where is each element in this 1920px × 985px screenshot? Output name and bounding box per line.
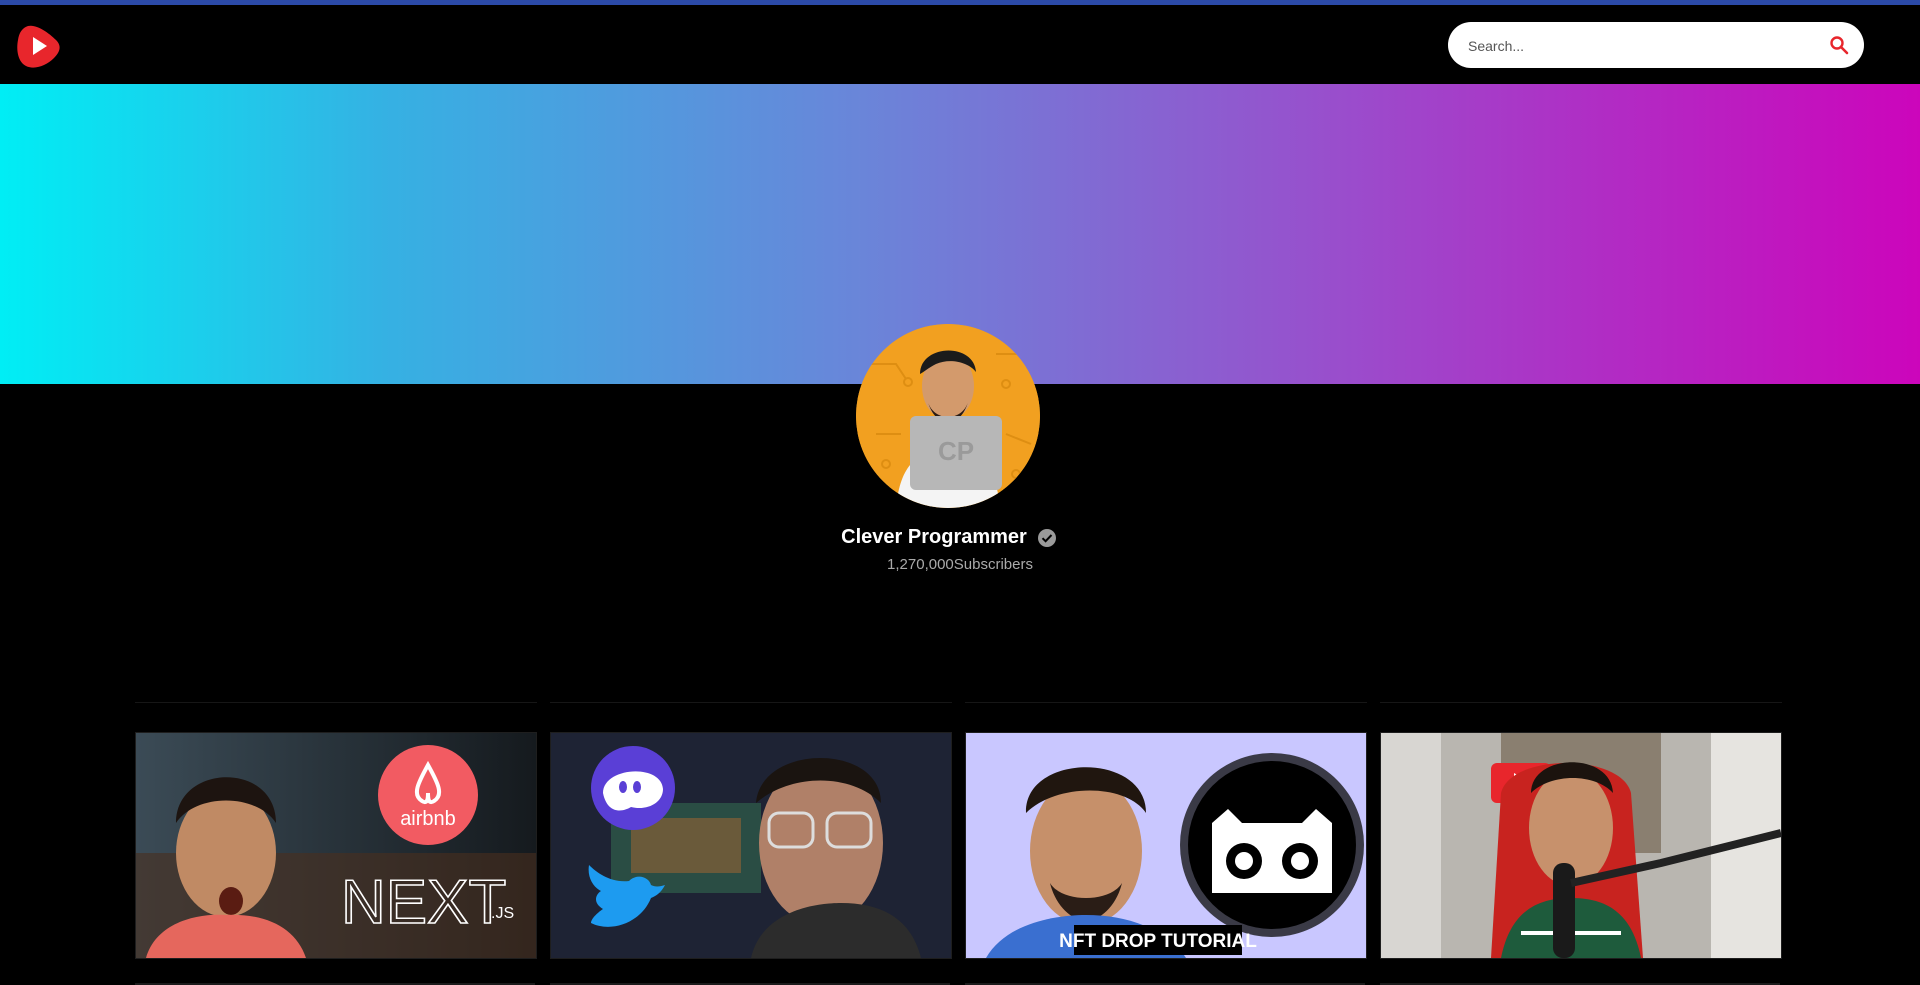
channel-name: Clever Programmer: [841, 526, 1027, 548]
search-bar: [1448, 22, 1864, 70]
video-grid: airbnb NEXT .JS NFT DROP TUTORIAL: [135, 702, 1785, 985]
subscriber-count: 1,270,000Subscribers: [887, 556, 1033, 573]
channel-avatar[interactable]: CP: [856, 324, 1040, 508]
video-thumbnail[interactable]: airbnb NEXT .JS: [135, 732, 537, 959]
svg-text:CP: CP: [938, 436, 974, 466]
search-input[interactable]: [1466, 22, 1810, 70]
thumbnail-text-js: .JS: [491, 905, 514, 922]
video-card[interactable]: [1380, 702, 1782, 985]
thumbnail-text-nft: NFT DROP TUTORIAL: [1059, 931, 1257, 952]
video-thumbnail[interactable]: [1380, 732, 1782, 959]
channel-title-row: Clever Programmer: [0, 526, 1898, 549]
video-card[interactable]: [550, 702, 952, 985]
video-card[interactable]: NFT DROP TUTORIAL: [965, 702, 1367, 985]
header-bar: [0, 5, 1920, 83]
thumbnail-text-airbnb: airbnb: [400, 808, 456, 830]
search-icon[interactable]: [1824, 30, 1854, 60]
video-thumbnail[interactable]: NFT DROP TUTORIAL: [965, 732, 1367, 959]
video-thumbnail[interactable]: [550, 732, 952, 959]
youtube-logo-icon[interactable]: [14, 22, 62, 70]
thumbnail-text-next: NEXT: [341, 868, 506, 937]
verified-check-icon: [1037, 528, 1057, 548]
video-card[interactable]: airbnb NEXT .JS: [135, 702, 537, 985]
